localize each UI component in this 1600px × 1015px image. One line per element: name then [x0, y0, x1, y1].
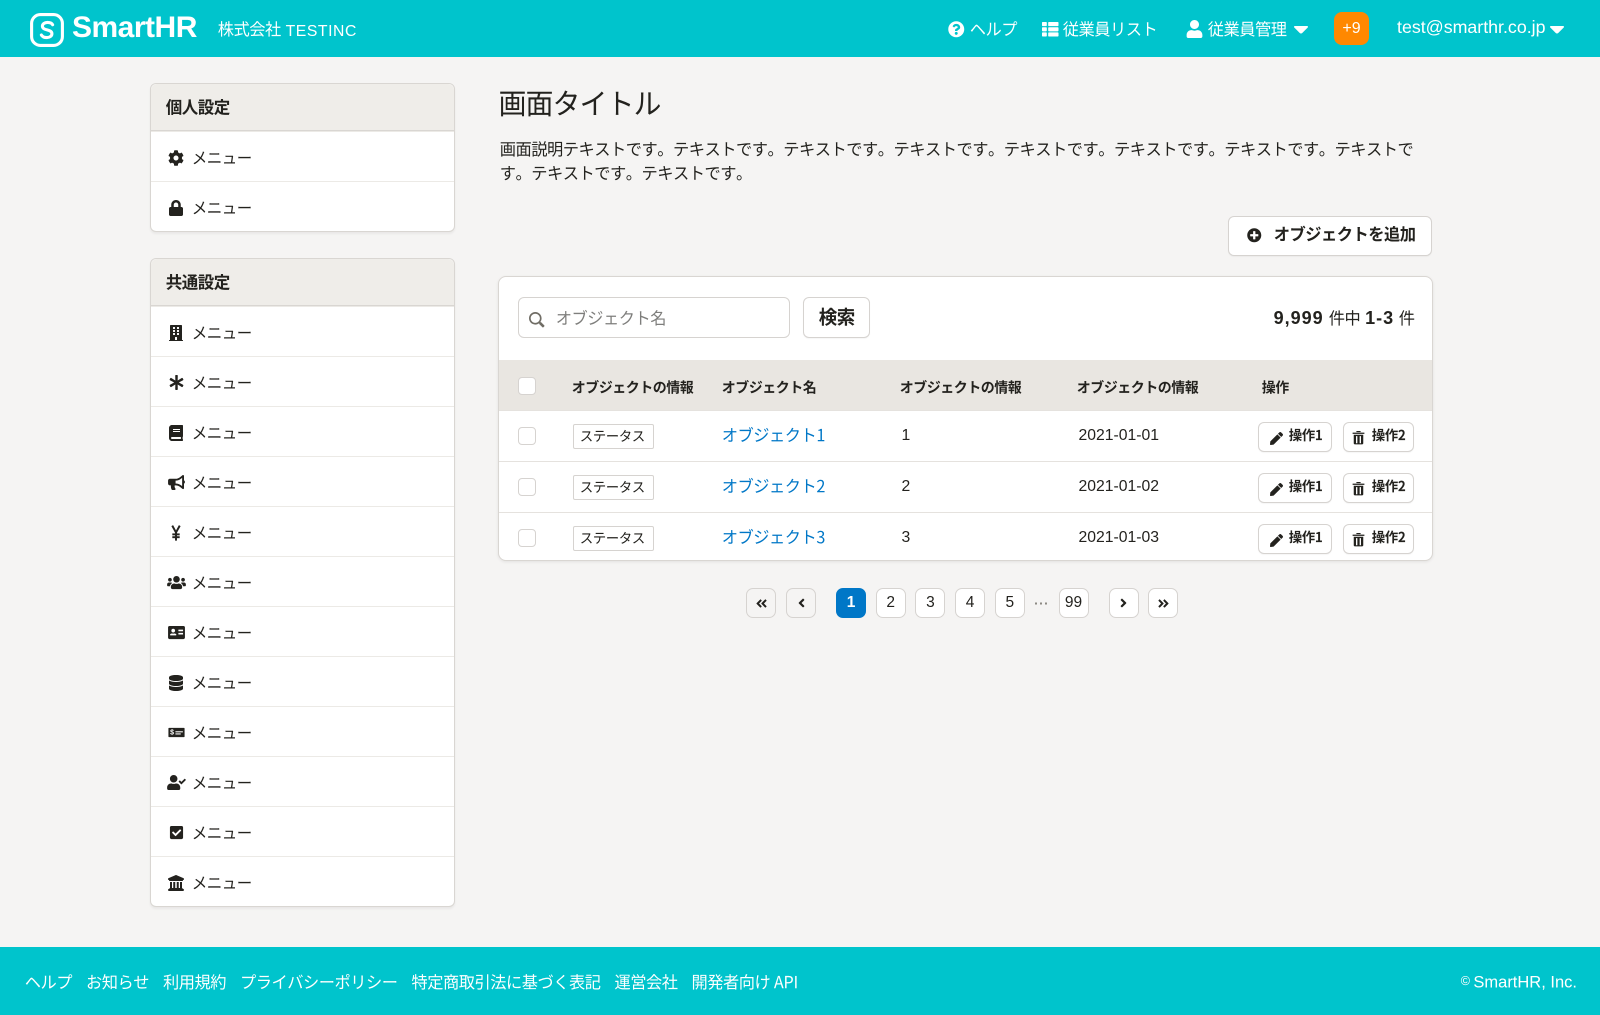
svg-text:$: $ — [170, 730, 174, 737]
